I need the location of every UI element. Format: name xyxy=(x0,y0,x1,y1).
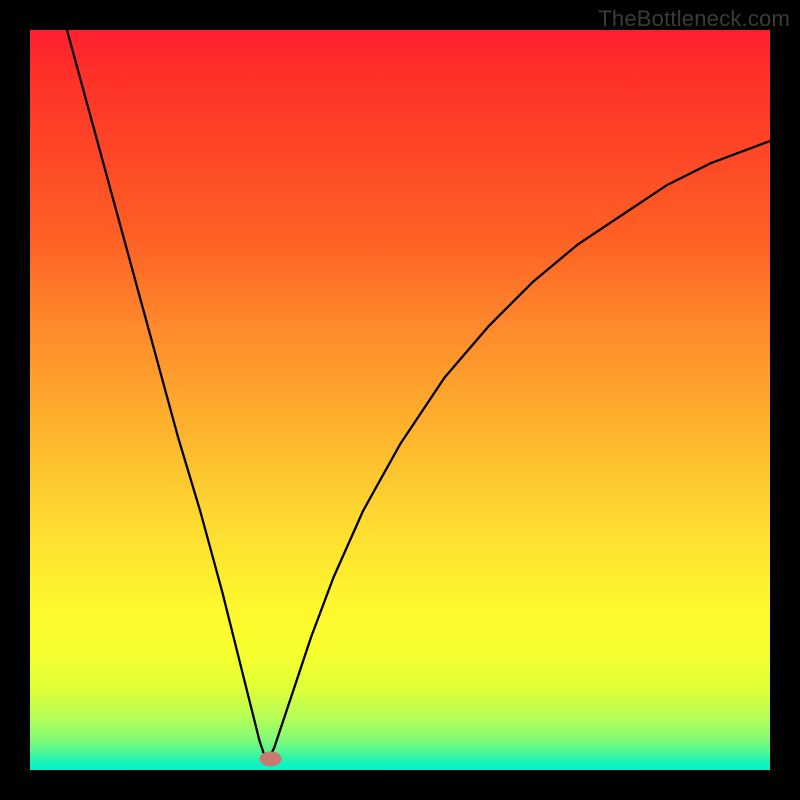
bottleneck-curve xyxy=(67,30,770,763)
watermark-text: TheBottleneck.com xyxy=(598,6,790,32)
curve-layer xyxy=(30,30,770,770)
minimum-marker xyxy=(259,752,281,767)
chart-frame: TheBottleneck.com xyxy=(0,0,800,800)
plot-area xyxy=(30,30,770,770)
